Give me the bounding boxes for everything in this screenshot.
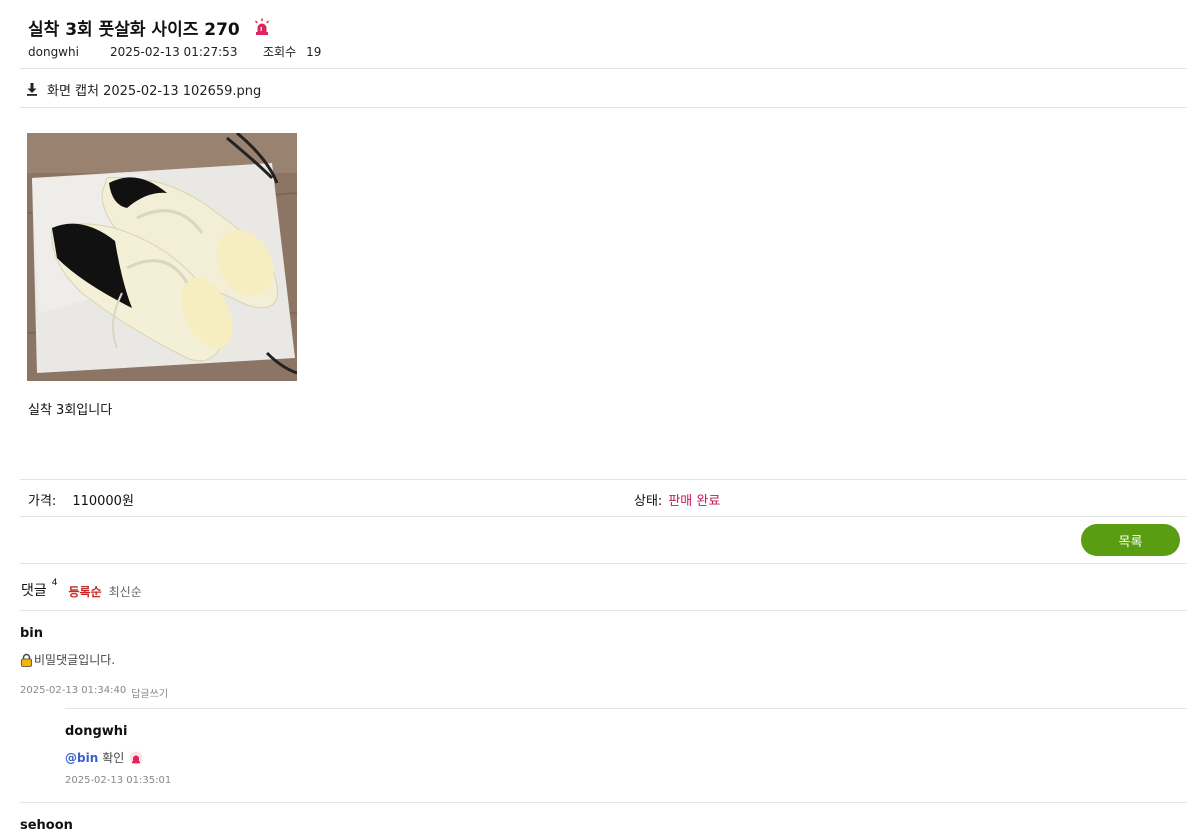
- comment-body: 확인: [102, 751, 125, 765]
- price-value: 110000원: [72, 494, 134, 509]
- status-value: 판매 완료: [668, 494, 721, 509]
- post-body: 실착 3회입니다: [28, 403, 113, 418]
- price-label: 가격:: [28, 494, 57, 509]
- comment-secret-text: 비밀댓글입니다.: [34, 653, 116, 667]
- divider: [20, 610, 1187, 611]
- divider: [65, 708, 1187, 709]
- post-meta: dongwhi 2025-02-13 01:27:53 조회수 19: [28, 43, 321, 60]
- comment-author[interactable]: dongwhi: [65, 724, 128, 739]
- status-label: 상태:: [634, 494, 663, 509]
- comment-text: 비밀댓글입니다.: [20, 651, 115, 668]
- comment-date: 2025-02-13 01:34:40: [20, 685, 127, 696]
- product-photo: [27, 133, 297, 381]
- divider: [20, 107, 1187, 108]
- comment-date: 2025-02-13 01:35:01: [65, 775, 172, 786]
- comment-author[interactable]: bin: [20, 626, 43, 641]
- comment-mention[interactable]: @bin: [65, 751, 98, 765]
- comment-text: @bin 확인: [65, 749, 143, 766]
- comment-meta: 2025-02-13 01:35:01: [65, 775, 171, 786]
- post-author[interactable]: dongwhi: [28, 45, 110, 59]
- price-row: 가격: 110000원: [28, 490, 134, 509]
- sort-latest-tab[interactable]: 최신순: [109, 583, 142, 600]
- list-button[interactable]: 목록: [1081, 524, 1180, 556]
- comments-header: 댓글 4 등록순 최신순: [21, 578, 142, 600]
- attachment-filename: 화면 캡처 2025-02-13 102659.png: [47, 83, 262, 99]
- divider: [20, 479, 1187, 480]
- divider: [20, 802, 1187, 803]
- report-siren-icon[interactable]: [129, 751, 143, 765]
- lock-icon: [20, 653, 33, 667]
- post-title: 실착 3회 풋살화 사이즈 270: [28, 19, 240, 40]
- views-label: 조회수: [263, 45, 297, 59]
- comments-title: 댓글: [21, 583, 47, 599]
- sort-registered-tab[interactable]: 등록순: [69, 583, 102, 600]
- comment-meta: 2025-02-13 01:34:40 답글쓰기: [20, 685, 168, 700]
- views-count: 19: [306, 44, 322, 59]
- divider: [20, 68, 1187, 69]
- comments-count: 4: [51, 578, 58, 588]
- post-title-row: 실착 3회 풋살화 사이즈 270: [28, 14, 271, 40]
- status-row: 상태: 판매 완료: [634, 490, 720, 509]
- post-date: 2025-02-13 01:27:53: [110, 44, 238, 59]
- report-siren-icon[interactable]: [253, 18, 271, 36]
- attachment-link[interactable]: 화면 캡처 2025-02-13 102659.png: [26, 80, 262, 99]
- reply-link[interactable]: 답글쓰기: [131, 685, 168, 700]
- divider: [20, 516, 1187, 517]
- divider: [20, 563, 1187, 564]
- download-icon: [26, 82, 38, 96]
- comment-author[interactable]: sehoon: [20, 818, 73, 833]
